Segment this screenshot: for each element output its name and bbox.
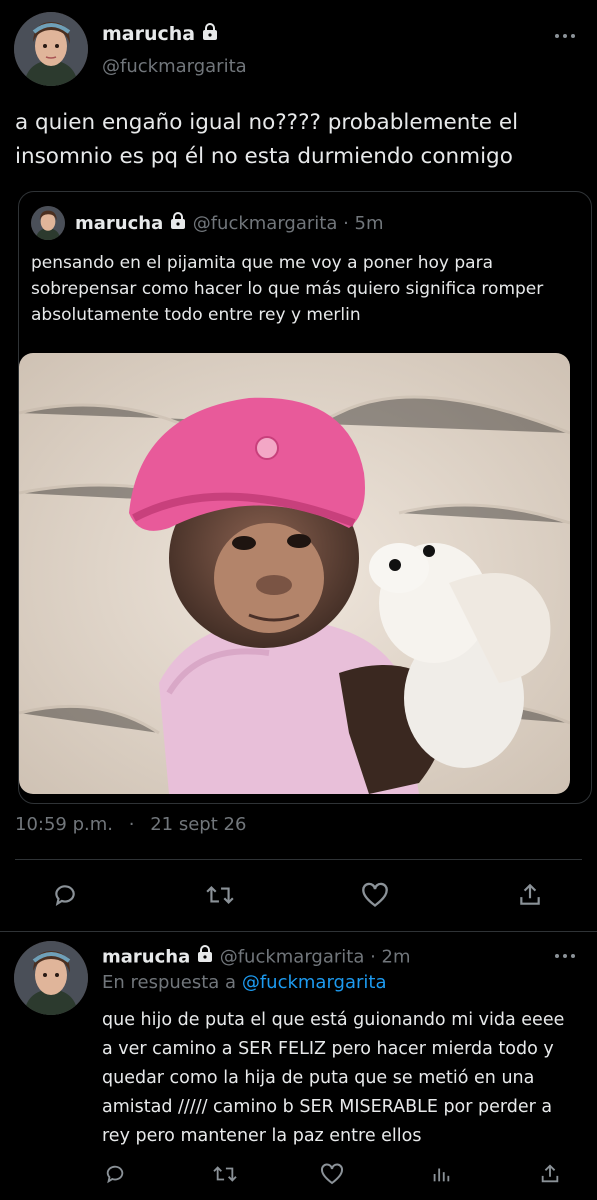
avatar[interactable] bbox=[14, 12, 88, 86]
tweet-time[interactable]: 10:59 p.m. bbox=[15, 814, 113, 835]
lock-icon bbox=[201, 22, 219, 47]
tweet-date[interactable]: 21 sept 26 bbox=[150, 814, 246, 835]
author-name-row: marucha bbox=[102, 22, 219, 47]
lock-icon bbox=[169, 212, 187, 236]
analytics-icon[interactable] bbox=[427, 1160, 455, 1188]
reply-author-name[interactable]: marucha bbox=[102, 947, 190, 968]
author-handle[interactable]: @fuckmargarita bbox=[102, 56, 247, 78]
retweet-icon[interactable] bbox=[202, 878, 238, 912]
quoted-time-ago: · 5m bbox=[343, 213, 384, 234]
like-icon[interactable] bbox=[318, 1160, 346, 1188]
tweet-timestamp-row: 10:59 p.m. · 21 sept 26 bbox=[15, 813, 246, 837]
quoted-tweet-card[interactable]: marucha @fuckmargarita · 5m pensando en … bbox=[18, 191, 592, 804]
quoted-header: marucha @fuckmargarita · 5m bbox=[75, 212, 384, 236]
quoted-tweet-text: pensando en el pijamita que me voy a pon… bbox=[31, 253, 544, 325]
reply-avatar[interactable] bbox=[14, 941, 88, 1015]
reply-context: En respuesta a @fuckmargarita bbox=[102, 971, 387, 995]
divider bbox=[0, 931, 597, 932]
quoted-avatar bbox=[31, 206, 65, 240]
more-options-icon[interactable] bbox=[552, 26, 578, 46]
divider bbox=[15, 859, 582, 860]
reply-author-handle[interactable]: @fuckmargarita bbox=[220, 947, 365, 968]
tweet-text: a quien engaño igual no???? probablement… bbox=[15, 110, 519, 169]
more-options-icon[interactable] bbox=[552, 946, 578, 966]
share-icon[interactable] bbox=[536, 1160, 564, 1188]
reply-prefix: En respuesta a bbox=[102, 972, 237, 993]
share-icon[interactable] bbox=[513, 878, 547, 912]
reply-icon[interactable] bbox=[101, 1160, 129, 1188]
quoted-author-name: marucha bbox=[75, 213, 164, 234]
reply-time-ago[interactable]: · 2m bbox=[370, 947, 410, 968]
reply-tweet-text: que hijo de puta el que está guionando m… bbox=[102, 1010, 565, 1146]
quoted-author-handle: @fuckmargarita bbox=[192, 213, 338, 234]
reply-icon[interactable] bbox=[48, 878, 82, 912]
timestamp-separator: · bbox=[128, 814, 135, 835]
quoted-tweet-image[interactable] bbox=[19, 353, 570, 794]
reply-header: marucha @fuckmargarita · 2m bbox=[102, 945, 411, 970]
lock-icon bbox=[196, 945, 214, 970]
author-name[interactable]: marucha bbox=[102, 23, 195, 45]
reply-to-handle[interactable]: @fuckmargarita bbox=[242, 972, 387, 993]
like-icon[interactable] bbox=[358, 878, 392, 912]
retweet-icon[interactable] bbox=[210, 1160, 240, 1188]
